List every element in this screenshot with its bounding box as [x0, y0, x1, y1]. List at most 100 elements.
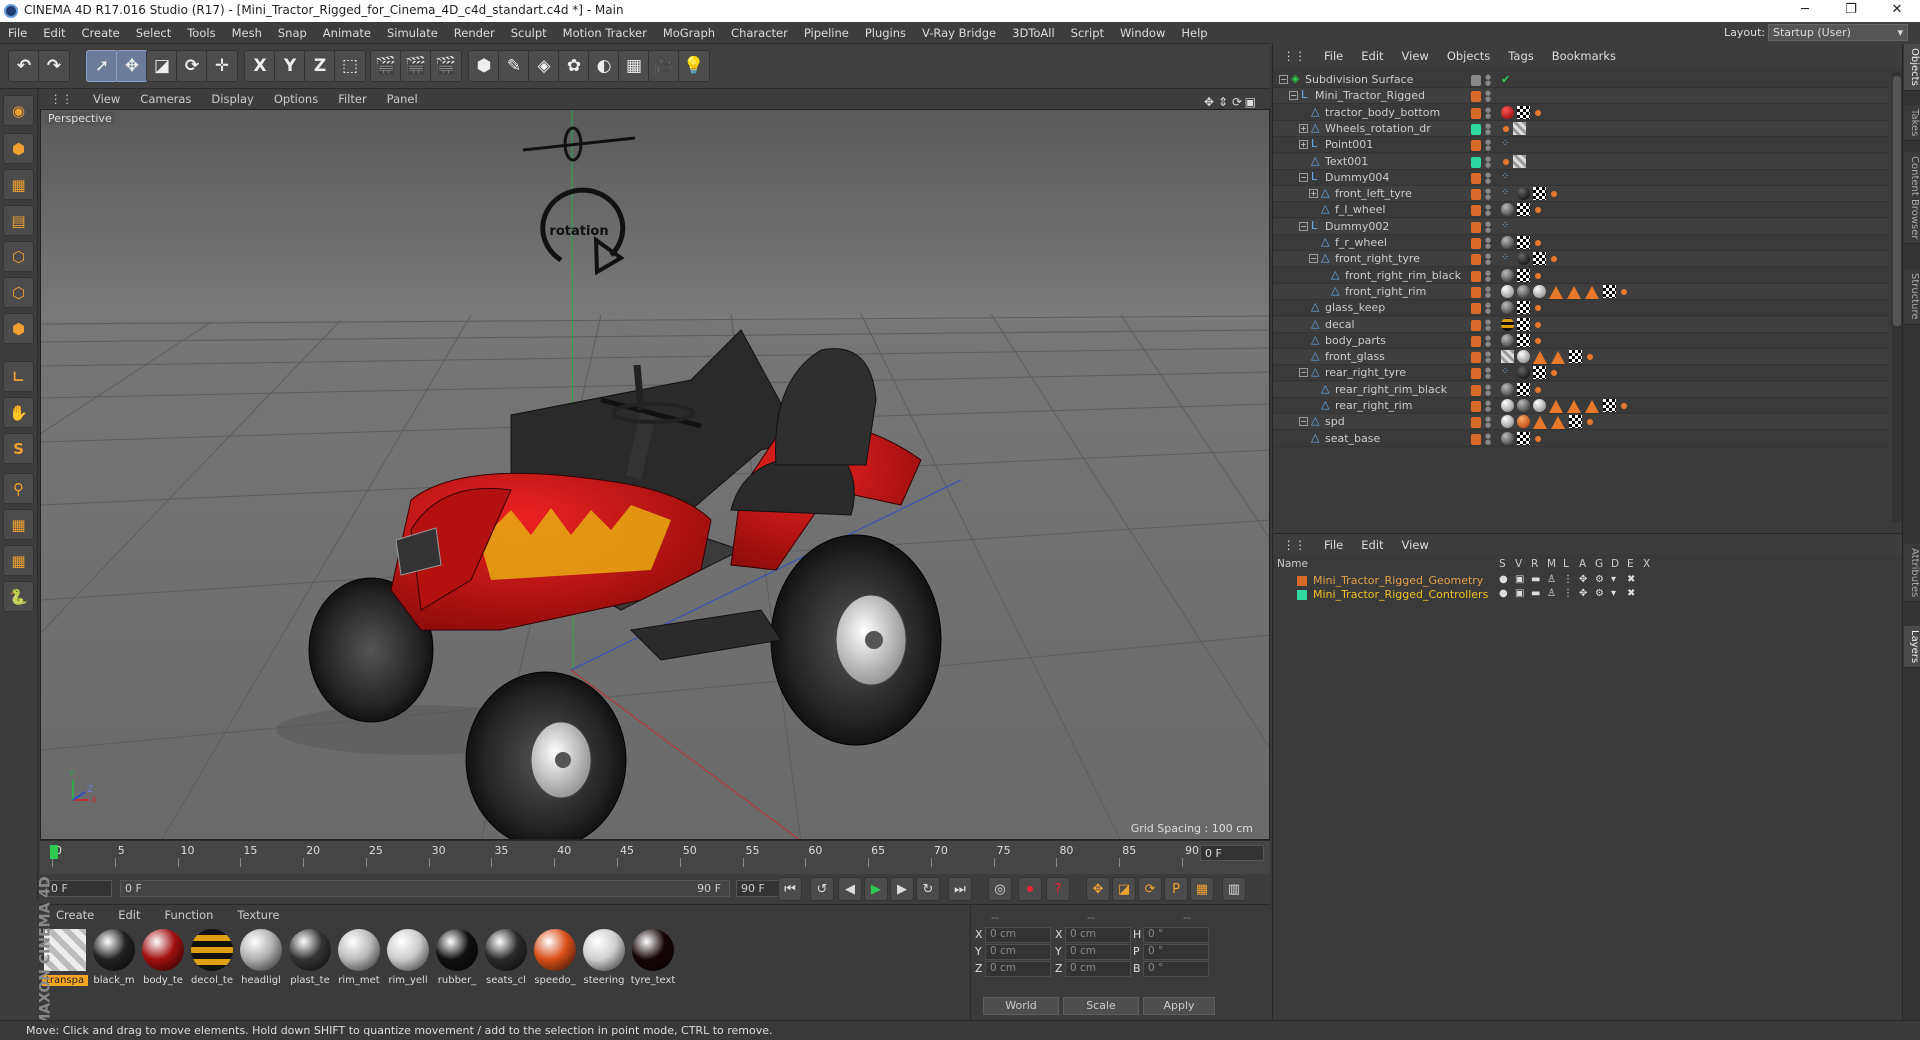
- tag-dot-icon[interactable]: [1551, 256, 1557, 263]
- layer-name[interactable]: Mini_Tractor_Rigged_Controllers: [1313, 588, 1488, 601]
- motion-record-button[interactable]: ◎: [988, 877, 1012, 901]
- material-tag-icon[interactable]: [1501, 284, 1514, 298]
- collapse-icon[interactable]: −: [1289, 91, 1298, 101]
- dock-tab-attributes[interactable]: Attributes: [1904, 544, 1920, 603]
- collapse-icon[interactable]: −: [1309, 254, 1318, 264]
- coord-field-b[interactable]: 0 °: [1143, 961, 1209, 977]
- menu-select[interactable]: Select: [128, 22, 179, 40]
- tag-dot-icon[interactable]: [1535, 207, 1541, 214]
- tag-dot-icon[interactable]: [1535, 321, 1541, 328]
- coord-field-h[interactable]: 0 °: [1143, 927, 1209, 943]
- visibility-dots-icon[interactable]: ● ●: [1485, 90, 1491, 103]
- layout-select[interactable]: Startup (User) ▾: [1768, 24, 1908, 41]
- object-row[interactable]: △ Text001 ● ●: [1273, 153, 1888, 170]
- selection-tag-icon[interactable]: [1551, 351, 1565, 365]
- collapse-icon[interactable]: −: [1299, 368, 1308, 378]
- menu-file[interactable]: File: [0, 22, 35, 40]
- material-tag-icon[interactable]: [1533, 399, 1546, 412]
- constraint-tag-icon[interactable]: ⁘: [1501, 366, 1509, 377]
- preview-range-slider[interactable]: 0 F 90 F: [120, 880, 730, 897]
- layer-swatch[interactable]: [1471, 384, 1481, 396]
- timeline-ruler[interactable]: 0 5 10 15 20 25 30 35 40 45 50 55 60 65 70 75 80 85 90 0 F: [40, 840, 1270, 874]
- layer-swatch[interactable]: [1471, 254, 1481, 266]
- viewport-menu-options[interactable]: Options: [264, 89, 328, 106]
- visibility-dots-icon[interactable]: ● ●: [1485, 351, 1491, 364]
- object-row[interactable]: − L Dummy002 ● ● ⁘: [1273, 218, 1888, 235]
- texture-mode-button[interactable]: ▦: [3, 169, 34, 200]
- layer-swatch[interactable]: [1471, 319, 1481, 331]
- coord-field-x[interactable]: 0 cm: [985, 927, 1051, 943]
- redo-button[interactable]: ↷: [38, 50, 70, 82]
- object-row[interactable]: − ◈ Subdivision Surface ● ● ✔: [1273, 72, 1888, 88]
- layer-swatch[interactable]: [1471, 335, 1481, 347]
- layer-color-swatch[interactable]: [1297, 590, 1307, 600]
- material-swatch[interactable]: decol_te: [189, 927, 235, 989]
- object-row[interactable]: − L Dummy004 ● ● ⁘: [1273, 170, 1888, 186]
- object-menu-edit[interactable]: Edit: [1351, 44, 1391, 63]
- material-swatch[interactable]: rim_yell: [385, 927, 431, 989]
- object-name[interactable]: glass_keep: [1325, 301, 1385, 314]
- object-tree-scrollbar[interactable]: [1892, 72, 1902, 522]
- tag-dot-icon[interactable]: [1535, 386, 1541, 393]
- object-name[interactable]: front_right_tyre: [1335, 252, 1420, 265]
- object-row[interactable]: △ f_l_wheel ● ●: [1273, 202, 1888, 219]
- tag-dot-icon[interactable]: [1503, 158, 1509, 165]
- tag-dot-icon[interactable]: [1621, 403, 1627, 409]
- layer-swatch[interactable]: [1471, 91, 1481, 103]
- material-swatch[interactable]: tyre_text: [630, 927, 676, 989]
- material-tag-icon[interactable]: [1501, 382, 1514, 396]
- object-row[interactable]: △ rear_right_rim_black ● ●: [1273, 381, 1888, 398]
- material-tag-icon[interactable]: [1517, 366, 1530, 380]
- layer-flag-toggle[interactable]: ▬: [1531, 574, 1540, 585]
- live-selection-button[interactable]: ➚: [86, 50, 118, 82]
- layer-swatch[interactable]: [1471, 172, 1481, 184]
- object-name[interactable]: tractor_body_bottom: [1325, 106, 1440, 119]
- layer-swatch[interactable]: [1471, 433, 1481, 445]
- visibility-dots-icon[interactable]: ● ●: [1485, 400, 1491, 413]
- object-name[interactable]: f_r_wheel: [1335, 236, 1387, 249]
- uvw-tag-icon[interactable]: [1517, 431, 1530, 445]
- menu-snap[interactable]: Snap: [270, 22, 315, 40]
- selection-tag-icon[interactable]: [1585, 400, 1599, 413]
- object-tree[interactable]: − ◈ Subdivision Surface ● ● ✔ − L Mini_Tractor_…: [1273, 72, 1888, 522]
- layer-flag-header-e[interactable]: E: [1627, 558, 1634, 570]
- layer-flag-toggle[interactable]: ●: [1499, 588, 1508, 599]
- material-tag-icon[interactable]: [1517, 399, 1530, 412]
- layer-flag-toggle[interactable]: ✥: [1579, 588, 1587, 599]
- move-button[interactable]: ✥: [116, 50, 148, 82]
- layer-swatch[interactable]: [1471, 352, 1481, 364]
- material-tag-icon[interactable]: [1501, 399, 1514, 412]
- collapse-icon[interactable]: −: [1299, 221, 1308, 231]
- visibility-dots-icon[interactable]: ● ●: [1485, 188, 1491, 201]
- layer-flag-toggle[interactable]: ▣: [1515, 574, 1524, 585]
- tag-dot-icon[interactable]: [1535, 240, 1541, 246]
- visibility-dots-icon[interactable]: ● ●: [1485, 74, 1491, 87]
- enabled-check-icon[interactable]: ✔: [1501, 73, 1510, 86]
- uvw-tag-icon[interactable]: [1533, 366, 1546, 380]
- goto-start-button[interactable]: ⏮: [778, 877, 802, 901]
- menu-mograph[interactable]: MoGraph: [655, 22, 723, 40]
- magnet-button[interactable]: ⚲: [3, 473, 34, 504]
- layer-flag-toggle[interactable]: ▾: [1611, 588, 1616, 599]
- uvw-tag-icon[interactable]: [1517, 333, 1530, 347]
- edit-render-settings-button[interactable]: 🎬: [430, 50, 462, 82]
- prev-key-button[interactable]: ↺: [810, 877, 834, 901]
- object-row[interactable]: △ f_r_wheel ● ●: [1273, 235, 1888, 251]
- rotate-button[interactable]: ⟳: [176, 50, 208, 82]
- material-swatch[interactable]: plast_te: [287, 927, 333, 989]
- material-swatch[interactable]: body_te: [140, 927, 186, 989]
- constraint-tag-icon[interactable]: ⁘: [1501, 171, 1509, 182]
- menu-create[interactable]: Create: [74, 22, 128, 40]
- material-tag-icon[interactable]: [1501, 350, 1514, 364]
- constraint-tag-icon[interactable]: ⁘: [1501, 220, 1509, 231]
- layer-swatch[interactable]: [1471, 123, 1481, 135]
- layer-swatch[interactable]: [1471, 270, 1481, 282]
- model-mode-button[interactable]: ⬢: [3, 133, 34, 164]
- viewport-menu-panel[interactable]: Panel: [377, 89, 428, 106]
- object-name[interactable]: rear_right_rim_black: [1335, 383, 1447, 396]
- object-name[interactable]: Dummy002: [1325, 220, 1389, 233]
- object-row[interactable]: + △ front_left_tyre ● ● ⁘: [1273, 186, 1888, 203]
- object-row[interactable]: − △ front_right_tyre ● ● ⁘: [1273, 251, 1888, 268]
- layer-flag-toggle[interactable]: ⚙: [1595, 574, 1604, 585]
- material-swatch[interactable]: rubber_: [434, 927, 480, 989]
